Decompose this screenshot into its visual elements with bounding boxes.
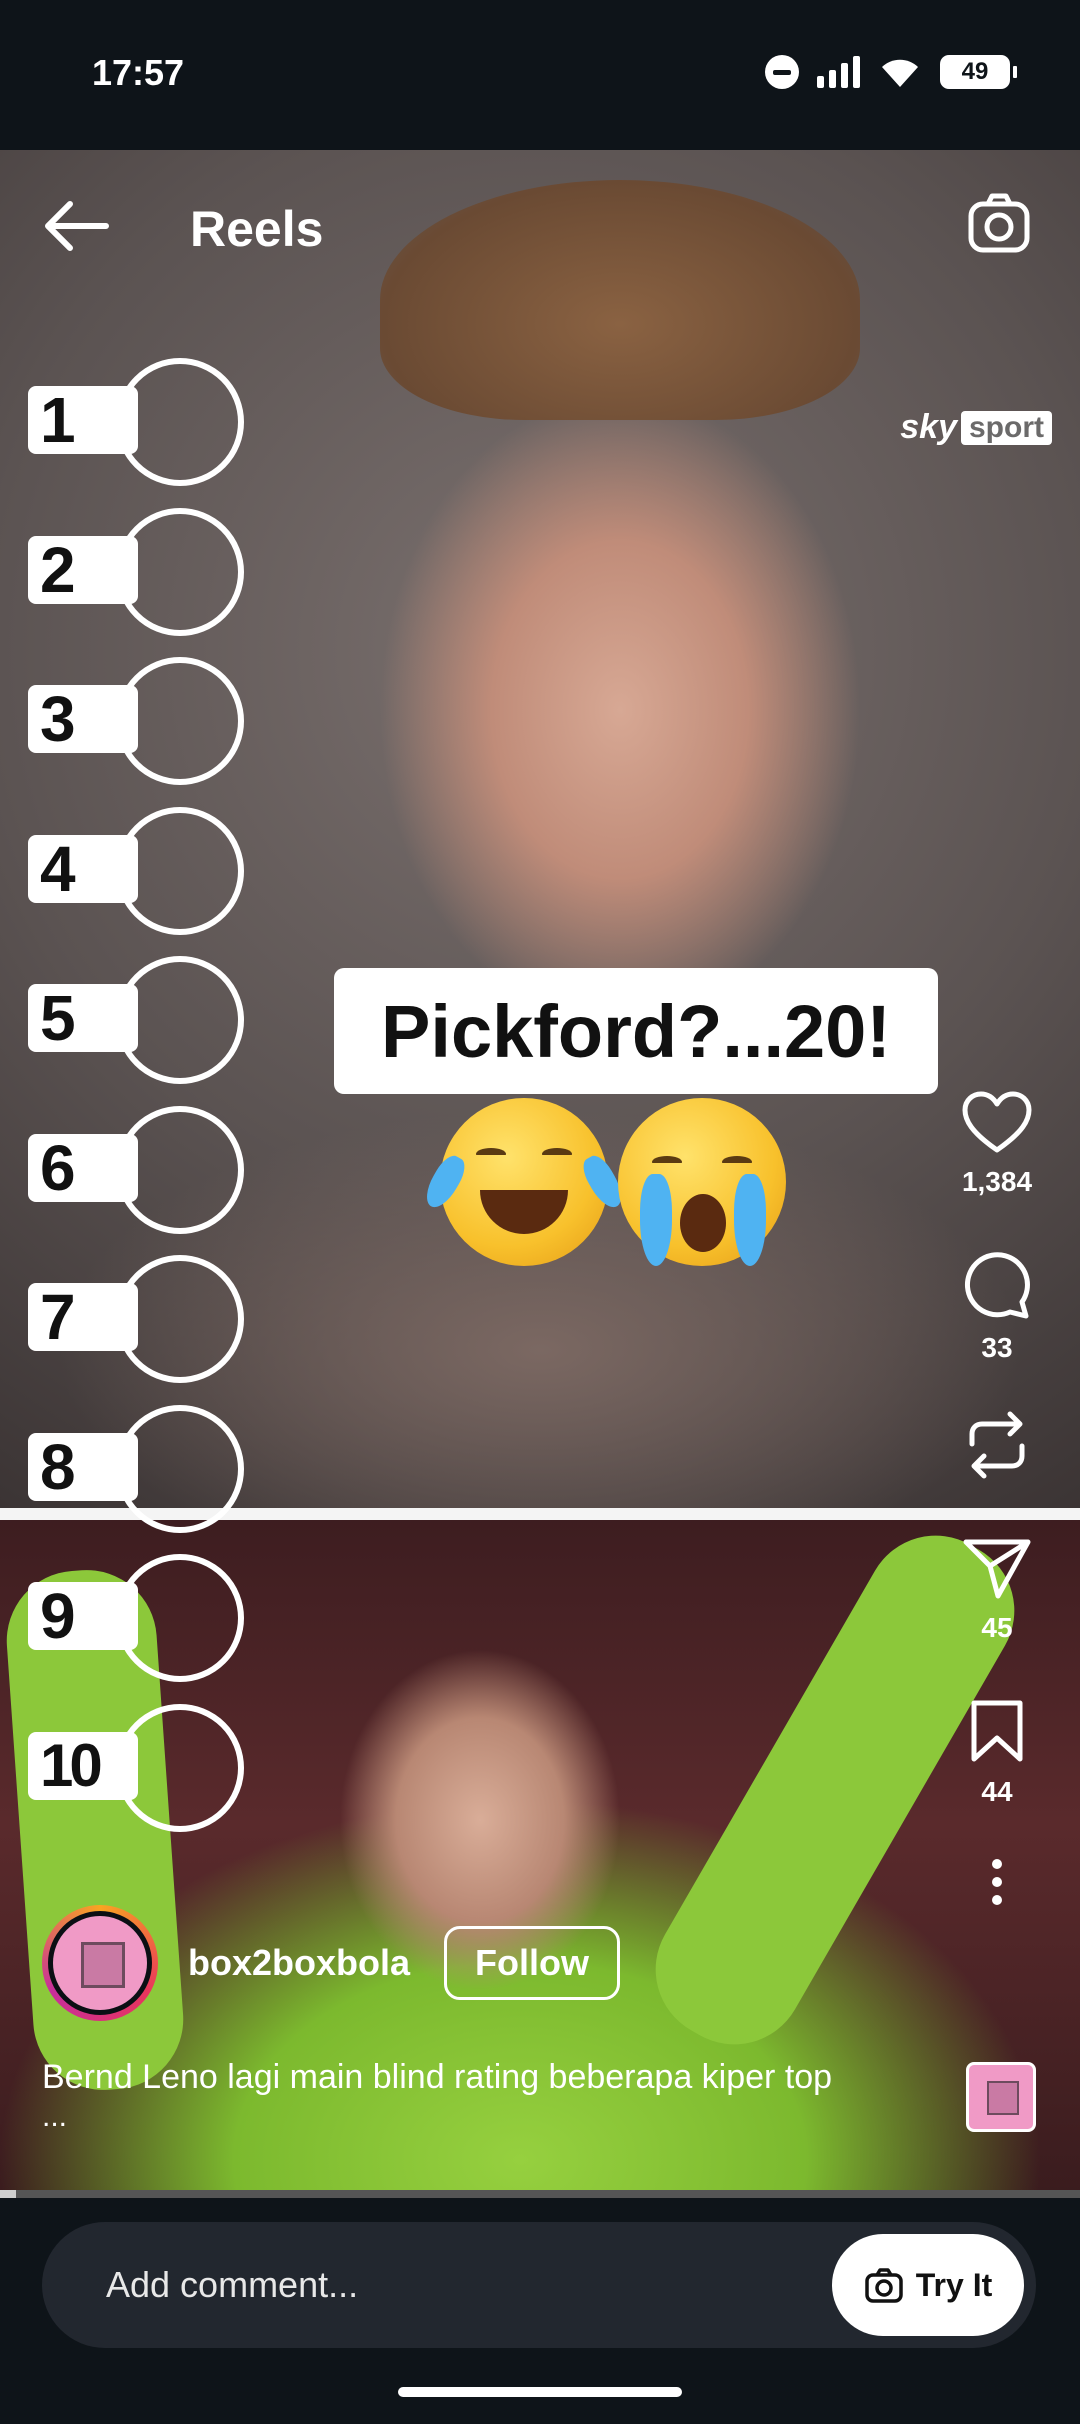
- status-bar: 17:57 49: [0, 0, 1080, 150]
- bookmark-icon[interactable]: [969, 1698, 1025, 1764]
- ranking-list: 1 2 3 4 5 6 7 8 9 10: [28, 358, 258, 1853]
- ranking-slot: [116, 806, 244, 935]
- wifi-icon: [882, 59, 918, 87]
- comment-bubble-icon[interactable]: [962, 1250, 1032, 1320]
- ranking-row: 9: [28, 1554, 258, 1704]
- ranking-row: 3: [28, 657, 258, 807]
- more-options[interactable]: [990, 1858, 1004, 1906]
- comment-pill[interactable]: Add comment... Try It: [42, 2222, 1036, 2348]
- ranking-slot: [116, 956, 244, 1084]
- reel-description[interactable]: Bernd Leno lagi main blind rating bebera…: [42, 2052, 962, 2132]
- ranking-row: 6: [28, 1105, 258, 1256]
- share-action[interactable]: 45: [962, 1536, 1032, 1644]
- signal-icon: [817, 56, 860, 88]
- ranking-slot: [116, 507, 244, 636]
- status-time: 17:57: [92, 52, 185, 93]
- more-vertical-icon[interactable]: [990, 1858, 1004, 1906]
- ranking-slot: [116, 1404, 244, 1533]
- username[interactable]: box2boxbola: [188, 1942, 410, 1984]
- ranking-row: 8: [28, 1404, 258, 1555]
- ranking-slot: [116, 1255, 244, 1383]
- description-more[interactable]: ...: [42, 2102, 962, 2132]
- ranking-slot: [116, 1105, 244, 1234]
- like-count: 1,384: [961, 1166, 1033, 1197]
- camera-icon[interactable]: [966, 190, 1032, 256]
- reels-header: Reels: [0, 150, 1080, 300]
- battery-icon: 49: [940, 55, 1017, 89]
- emoji-row: [419, 1098, 786, 1266]
- ranking-row: 10: [28, 1703, 258, 1854]
- video-caption: Pickford?...20!: [334, 968, 938, 1094]
- home-indicator[interactable]: [398, 2387, 682, 2397]
- follow-button[interactable]: Follow: [444, 1926, 621, 2000]
- try-it-button[interactable]: Try It: [832, 2234, 1024, 2336]
- status-icons: 49: [765, 55, 1017, 89]
- audio-thumbnail[interactable]: [966, 2062, 1036, 2132]
- like-action[interactable]: 1,384: [961, 1090, 1033, 1198]
- video-progress-fill: [0, 2190, 17, 2198]
- ranking-slot: [116, 1554, 244, 1682]
- camera-icon: [865, 2268, 903, 2303]
- ranking-row: 2: [28, 507, 258, 658]
- description-text: Bernd Leno lagi main blind rating bebera…: [42, 2058, 833, 2096]
- remix-action[interactable]: [964, 1410, 1030, 1480]
- back-arrow-icon[interactable]: [40, 198, 110, 254]
- ranking-slot: [116, 657, 244, 785]
- action-column: 1,384 33 45 44: [932, 1090, 1062, 1906]
- ranking-slot: [116, 358, 244, 486]
- send-icon[interactable]: [962, 1536, 1032, 1600]
- avatar[interactable]: [42, 1905, 158, 2021]
- remix-icon[interactable]: [964, 1410, 1030, 1480]
- loudly-crying-emoji-icon: [618, 1098, 786, 1266]
- share-count: 45: [981, 1612, 1013, 1643]
- video-progress-bar[interactable]: [0, 2190, 1080, 2198]
- reel-video[interactable]: sky sport 1 2 3 4 5 6 7 8 9 10 Pickford?…: [0, 150, 1080, 2195]
- try-it-label: Try It: [915, 2266, 993, 2303]
- sky-sport-logo: sky sport: [900, 408, 1052, 447]
- comment-input[interactable]: Add comment...: [106, 2222, 358, 2348]
- save-action[interactable]: 44: [969, 1698, 1025, 1808]
- comment-bar: Add comment... Try It: [0, 2198, 1080, 2424]
- ranking-row: 5: [28, 956, 258, 1106]
- ranking-slot: [116, 1703, 244, 1832]
- ranking-row: 4: [28, 806, 258, 957]
- save-count: 44: [981, 1776, 1013, 1807]
- do-not-disturb-icon: [765, 55, 799, 89]
- author-row: box2boxbola Follow: [42, 1905, 621, 2021]
- comment-action[interactable]: 33: [962, 1250, 1032, 1364]
- page-title: Reels: [190, 201, 324, 257]
- heart-icon[interactable]: [961, 1090, 1033, 1154]
- ranking-row: 1: [28, 358, 258, 508]
- ranking-row: 7: [28, 1255, 258, 1405]
- comment-count: 33: [981, 1332, 1013, 1363]
- tears-of-joy-emoji-icon: [419, 1098, 629, 1266]
